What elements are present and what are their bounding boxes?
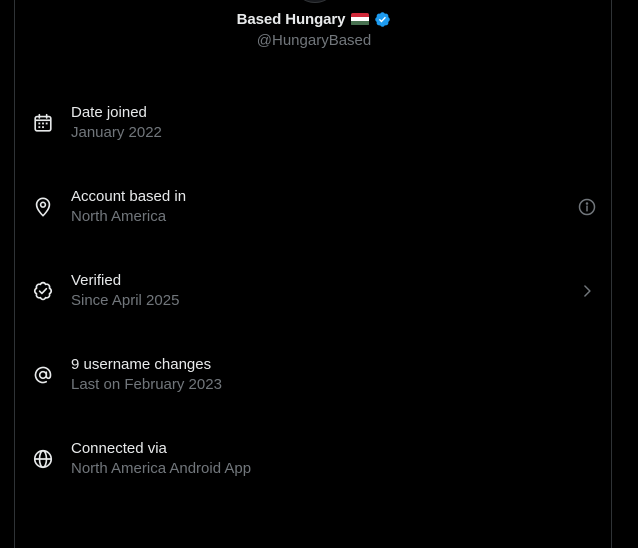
profile-header: Based Hungary @HungaryBased bbox=[0, 9, 628, 49]
row-username-changes: 9 username changes Last on February 2023 bbox=[14, 333, 612, 417]
row-subtitle: North America bbox=[71, 208, 167, 225]
chevron-right-icon[interactable] bbox=[577, 281, 597, 301]
at-sign-icon bbox=[32, 364, 54, 386]
row-subtitle: North America Android App bbox=[71, 460, 252, 477]
row-title: Date joined bbox=[71, 104, 147, 121]
row-date-joined: Date joined January 2022 bbox=[14, 81, 612, 165]
name-line: Based Hungary bbox=[237, 9, 392, 29]
calendar-icon bbox=[32, 112, 54, 134]
info-icon[interactable] bbox=[577, 197, 597, 217]
verified-outline-icon bbox=[32, 280, 54, 302]
location-pin-icon bbox=[32, 196, 54, 218]
row-verified[interactable]: Verified Since April 2025 bbox=[14, 249, 612, 333]
row-title: 9 username changes bbox=[71, 356, 212, 373]
verified-badge-icon[interactable] bbox=[374, 11, 391, 28]
username-handle: @HungaryBased bbox=[256, 32, 372, 49]
row-title: Connected via bbox=[71, 440, 167, 457]
row-subtitle: Since April 2025 bbox=[71, 292, 180, 309]
row-title: Verified bbox=[71, 272, 122, 289]
display-name: Based Hungary bbox=[236, 10, 346, 28]
hungary-flag-icon bbox=[351, 12, 370, 26]
row-subtitle: Last on February 2023 bbox=[71, 376, 222, 393]
row-account-based-in: Account based in North America bbox=[14, 165, 612, 249]
row-subtitle: January 2022 bbox=[71, 124, 162, 141]
row-title: Account based in bbox=[71, 188, 187, 205]
row-connected-via: Connected via North America Android App bbox=[14, 417, 612, 501]
globe-icon bbox=[32, 448, 54, 470]
